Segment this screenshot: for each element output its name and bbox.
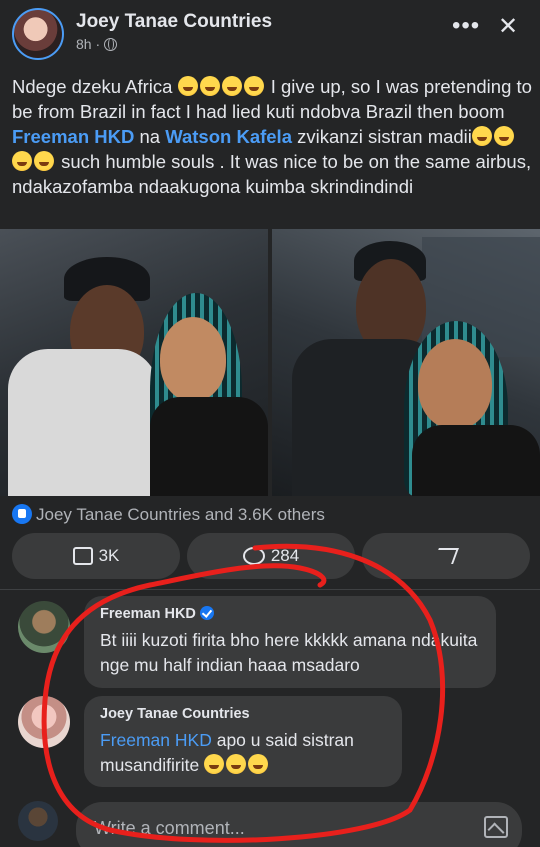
commenter-avatar[interactable] xyxy=(18,696,70,748)
comment-count: 284 xyxy=(270,546,300,565)
post-header: Joey Tanae Countries 8h · ••• ✕ xyxy=(0,0,540,64)
author-avatar[interactable] xyxy=(12,8,64,60)
share-button[interactable] xyxy=(362,533,530,579)
comment-bubble-icon xyxy=(242,547,265,565)
winking-tongue-emoji-icon xyxy=(34,151,54,171)
winking-tongue-emoji-icon xyxy=(12,151,32,171)
photo-attach-icon[interactable] xyxy=(484,816,508,838)
like-count: 3K xyxy=(98,546,120,565)
comment-bubble: Joey Tanae Countries Freeman HKD apo u s… xyxy=(84,696,402,787)
timestamp-text: 8h · xyxy=(76,36,101,52)
more-options-icon[interactable]: ••• xyxy=(452,12,480,40)
close-icon[interactable]: ✕ xyxy=(498,12,518,41)
share-arrow-icon xyxy=(433,548,459,564)
verified-badge-icon xyxy=(199,606,214,620)
comment-bubble: Freeman HKD Bt iiii kuzoti firita bho he… xyxy=(84,596,496,688)
photo-person-face xyxy=(160,317,226,401)
post-text-segment: zvikanzi sistran madii xyxy=(291,126,472,147)
laughing-emoji-icon xyxy=(226,754,247,774)
comment-input-placeholder: Write a comment... xyxy=(94,818,245,838)
comment-author-name[interactable]: Freeman HKD xyxy=(100,606,196,622)
photo-person-top xyxy=(150,397,268,496)
winking-tongue-emoji-icon xyxy=(493,126,514,146)
mention-link[interactable]: Watson Kafela xyxy=(165,126,292,147)
reaction-summary[interactable]: Joey Tanae Countries and 3.6K others xyxy=(12,504,325,525)
section-divider xyxy=(0,589,540,590)
laughing-emoji-icon xyxy=(248,754,269,774)
comment-input[interactable]: Write a comment... xyxy=(76,802,522,847)
post-text-segment: such humble souls . It was nice to be on… xyxy=(12,151,532,197)
post-text-segment: na xyxy=(134,126,166,147)
comment-button[interactable]: 284 xyxy=(187,533,355,579)
mention-link[interactable]: Freeman HKD xyxy=(12,126,134,147)
post-author-name[interactable]: Joey Tanae Countries xyxy=(76,11,272,33)
comment-text: Bt iiii kuzoti firita bho here kkkkk ama… xyxy=(100,630,478,675)
commenter-avatar[interactable] xyxy=(18,601,70,653)
globe-icon xyxy=(104,38,118,51)
photo-person-top xyxy=(412,425,540,496)
post-text: Ndege dzeku Africa I give up, so I was p… xyxy=(12,74,532,199)
comment-mention-link[interactable]: Freeman HKD xyxy=(100,730,212,750)
thumbs-up-icon xyxy=(72,547,93,565)
laughing-emoji-icon xyxy=(177,76,198,96)
comment-text: Freeman HKD apo u said sistran musandifi… xyxy=(100,728,386,778)
reaction-summary-text: Joey Tanae Countries and 3.6K others xyxy=(36,505,325,524)
laughing-emoji-icon xyxy=(243,76,264,96)
winking-tongue-emoji-icon xyxy=(471,126,492,146)
laughing-emoji-icon xyxy=(199,76,220,96)
photo-person-shirt xyxy=(8,349,158,496)
laughing-emoji-icon xyxy=(221,76,242,96)
photo-person-face xyxy=(418,339,492,429)
current-user-avatar[interactable] xyxy=(18,801,58,841)
post-timestamp[interactable]: 8h · xyxy=(76,36,118,52)
laughing-emoji-icon xyxy=(204,754,225,774)
comment-author-name[interactable]: Joey Tanae Countries xyxy=(100,706,386,722)
like-reaction-icon xyxy=(12,504,32,524)
post-photo-left[interactable] xyxy=(0,229,268,496)
comment-author[interactable]: Freeman HKD xyxy=(100,606,480,622)
post-text-segment: Ndege dzeku Africa xyxy=(12,76,178,97)
post-photo-right[interactable] xyxy=(272,229,540,496)
like-button[interactable]: 3K xyxy=(12,533,180,579)
